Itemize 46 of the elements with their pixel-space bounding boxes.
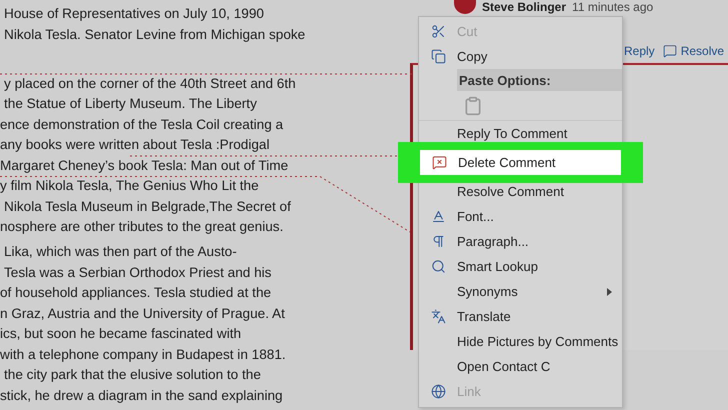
document-text-line: stick, he drew a diagram in the sand explaining xyxy=(0,388,283,404)
comment-author: Steve Bolinger xyxy=(482,0,566,14)
copy-icon xyxy=(430,49,446,64)
menu-item[interactable]: Hide Pictures by Comments xyxy=(419,329,622,354)
document-text-line: Tesla was a Serbian Orthodox Priest and his xyxy=(4,264,272,280)
document-text-line: of household appliances. Tesla studied at the xyxy=(0,285,272,301)
font-icon xyxy=(430,209,446,224)
document-text-line: any books were written about Tesla :Prodigal xyxy=(0,137,270,153)
document-text-line: with a telephone company in Budapest in 1881. xyxy=(0,346,286,362)
resolve-link[interactable]: Resolve xyxy=(662,44,724,58)
submenu-arrow-icon xyxy=(607,288,612,296)
comment-time: 11 minutes ago xyxy=(572,0,654,14)
menu-item[interactable]: Resolve Comment xyxy=(419,179,622,204)
avatar xyxy=(454,0,476,14)
document-text-line: y placed on the corner of the 40th Street and 6th xyxy=(4,76,296,92)
document-text-line: Nikola Tesla Museum in Belgrade,The Secret of xyxy=(4,198,291,214)
pilcrow-icon xyxy=(430,234,446,249)
reply-link[interactable]: Reply xyxy=(624,44,655,58)
document-text-line: Margaret Cheney’s book Tesla: Man out of Time xyxy=(0,158,288,174)
menu-item[interactable]: Paragraph... xyxy=(419,229,622,254)
menu-item[interactable]: Reply To Comment xyxy=(419,121,622,146)
translate-icon xyxy=(430,309,446,324)
document-text-line: y film Nikola Tesla, The Genius Who Lit the xyxy=(0,178,259,194)
search-icon xyxy=(430,259,446,274)
document-text-line: House of Representatives on July 10, 1990 xyxy=(4,6,264,22)
menu-section-header: Paste Options: xyxy=(457,69,622,91)
document-text-line: ence demonstration of the Tesla Coil creating a xyxy=(0,116,284,132)
document-text-line: Nikola Tesla. Senator Levine from Michigan spoke xyxy=(4,26,306,42)
menu-item[interactable]: Copy xyxy=(419,44,622,69)
document-text-line: ics, but soon he became fascinated with xyxy=(0,326,242,342)
document-text-line: the Statue of Liberty Museum. The Liberty xyxy=(4,96,257,112)
menu-item[interactable]: Delete Comment xyxy=(420,150,621,175)
comment-icon xyxy=(662,44,677,58)
document-text-line: nosphere are other tributes to the great genius. xyxy=(0,219,284,235)
menu-item[interactable]: Smart Lookup xyxy=(419,254,622,279)
menu-item[interactable]: Open Contact C xyxy=(419,354,622,379)
paste-icon[interactable] xyxy=(463,96,483,116)
document-text-line: the city park that the elusive solution to the xyxy=(4,367,261,383)
menu-item[interactable]: Font... xyxy=(419,204,622,229)
document-text-line: Lika, which was then part of the Austo- xyxy=(4,244,237,260)
comment-delete-icon xyxy=(432,155,446,170)
globe-icon xyxy=(430,384,446,399)
cut-icon xyxy=(430,24,446,39)
menu-item[interactable]: Synonyms xyxy=(419,279,622,304)
menu-item[interactable]: Translate xyxy=(419,304,622,329)
document-text-line: n Graz, Austria and the University of Prague. At xyxy=(0,306,285,322)
